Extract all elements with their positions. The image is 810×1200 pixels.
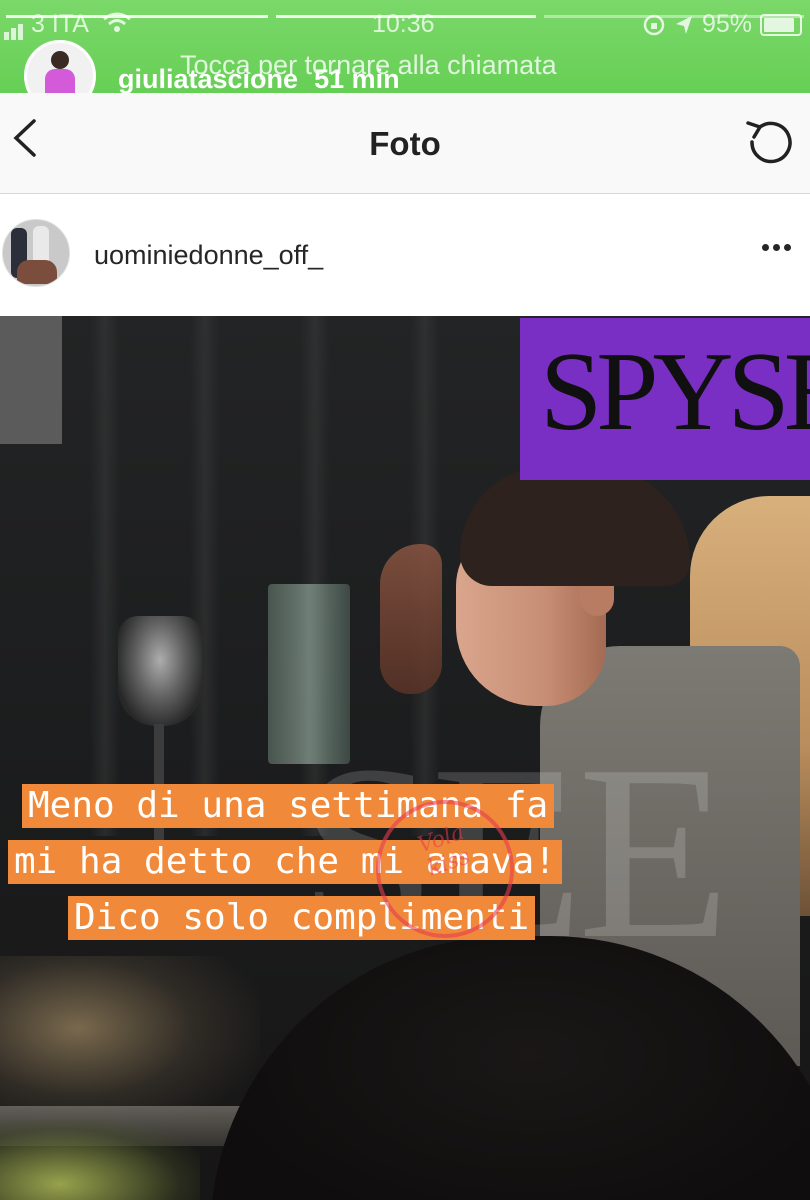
logo-text: SPYSEE	[540, 330, 810, 454]
more-options-button[interactable]	[762, 238, 802, 268]
lock-rotation-icon	[643, 14, 665, 35]
wine-glass	[118, 616, 202, 726]
battery-percent: 95%	[701, 10, 752, 38]
clock: 10:36	[372, 10, 435, 38]
signal-icon	[4, 11, 25, 40]
post-avatar[interactable]	[2, 219, 70, 287]
watermark-stamp: Vola kiss	[376, 800, 514, 938]
refresh-button[interactable]	[740, 113, 798, 171]
battery-icon	[760, 13, 802, 36]
refresh-icon	[746, 121, 792, 164]
carrier-label: 3 ITA	[31, 10, 88, 38]
status-right: 95%	[642, 10, 802, 39]
spysee-logo: SPYSEE	[520, 318, 810, 480]
post-username[interactable]: uominiedonne_off_	[94, 240, 323, 271]
navigation-bar: Foto	[0, 93, 810, 194]
story-username[interactable]: giuliatascione	[118, 64, 298, 95]
wifi-icon	[102, 11, 132, 40]
page-title: Foto	[369, 125, 441, 162]
post-header: uominiedonne_off_	[0, 194, 810, 316]
more-horizontal-icon	[762, 244, 769, 251]
carrier-indicator: 3 ITA	[4, 10, 132, 40]
location-icon	[675, 15, 692, 34]
post-photo[interactable]: SEE SPYSEE Meno di una settimana fa mi h…	[0, 316, 810, 1200]
story-time-ago: 51 min	[314, 63, 400, 94]
status-bar: 3 ITA 10:36 95%	[0, 4, 810, 44]
story-overlay: 3 ITA 10:36 95% Tocca per tornare alla c…	[0, 0, 810, 112]
